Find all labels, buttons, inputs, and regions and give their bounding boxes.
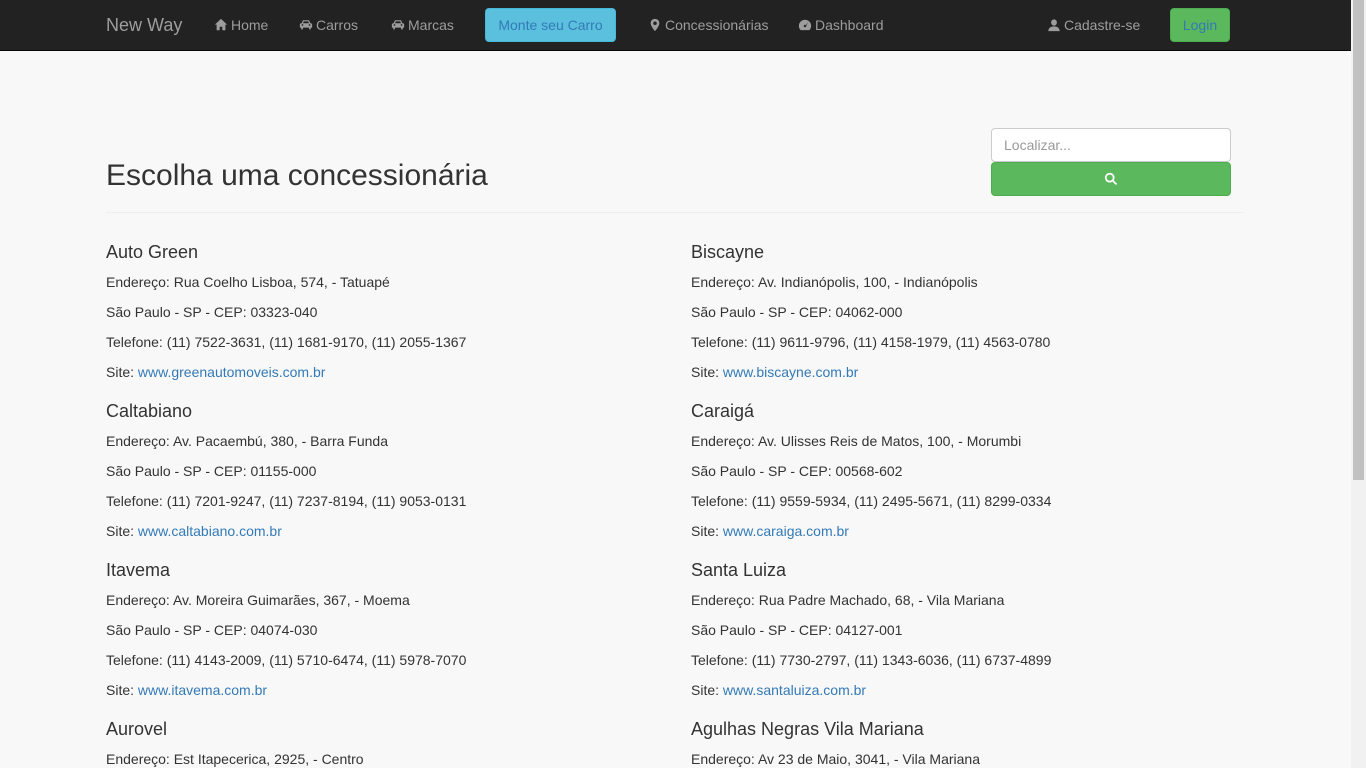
car-icon xyxy=(390,18,405,32)
nav-dashboard[interactable]: Dashboard xyxy=(797,0,884,50)
dealer-name: Caraigá xyxy=(691,401,755,421)
site-label: Site: xyxy=(691,682,720,698)
dealer-site-line: Site: www.caraiga.com.br xyxy=(691,521,1261,541)
dealer-site-link[interactable]: www.itavema.com.br xyxy=(138,682,267,698)
search-input[interactable] xyxy=(991,128,1231,162)
dealer-address: Endereço: Rua Coelho Lisboa, 574, - Tatu… xyxy=(106,274,390,290)
site-label: Site: xyxy=(106,364,135,380)
dealer-city: São Paulo - SP - CEP: 03323-040 xyxy=(106,304,318,320)
dealer-card: Itavema Endereço: Av. Moreira Guimarães,… xyxy=(106,560,676,710)
dealer-site-line: Site: www.caltabiano.com.br xyxy=(106,521,676,541)
home-icon xyxy=(213,18,228,32)
brand-link[interactable]: New Way xyxy=(106,0,182,50)
dealer-site-line: Site: www.santaluiza.com.br xyxy=(691,680,1261,700)
dealer-name: Santa Luiza xyxy=(691,560,787,580)
dealer-site-link[interactable]: www.santaluiza.com.br xyxy=(723,682,866,698)
dealer-card: Aurovel Endereço: Est Itapecerica, 2925,… xyxy=(106,719,676,768)
dealer-card: Caltabiano Endereço: Av. Pacaembú, 380, … xyxy=(106,401,676,551)
search-button[interactable] xyxy=(991,162,1231,196)
dealer-city: São Paulo - SP - CEP: 01155-000 xyxy=(106,463,317,479)
monte-seu-carro-button[interactable]: Monte seu Carro xyxy=(485,8,616,42)
map-marker-icon xyxy=(647,18,662,32)
site-label: Site: xyxy=(106,523,135,539)
site-label: Site: xyxy=(691,523,720,539)
nav-dashboard-label: Dashboard xyxy=(815,17,884,33)
dealer-address: Endereço: Av 23 de Maio, 3041, - Vila Ma… xyxy=(691,751,980,767)
dealer-site-link[interactable]: www.biscayne.com.br xyxy=(723,364,858,380)
dealer-card: Caraigá Endereço: Av. Ulisses Reis de Ma… xyxy=(691,401,1261,551)
nav-home[interactable]: Home xyxy=(213,0,268,50)
nav-marcas[interactable]: Marcas xyxy=(390,0,454,50)
dealer-phones: Telefone: (11) 9559-5934, (11) 2495-5671… xyxy=(691,493,1052,509)
dealer-site-link[interactable]: www.caltabiano.com.br xyxy=(138,523,282,539)
dealer-name: Itavema xyxy=(106,560,171,580)
dealer-card: Agulhas Negras Vila Mariana Endereço: Av… xyxy=(691,719,1261,768)
dealer-site-link[interactable]: www.caraiga.com.br xyxy=(723,523,849,539)
nav-concessionarias-label: Concessionárias xyxy=(665,17,769,33)
car-icon xyxy=(298,18,313,32)
nav-marcas-label: Marcas xyxy=(408,17,454,33)
dealer-name: Caltabiano xyxy=(106,401,193,421)
dealer-address: Endereço: Av. Moreira Guimarães, 367, - … xyxy=(106,592,410,608)
dealer-phones: Telefone: (11) 7730-2797, (11) 1343-6036… xyxy=(691,652,1052,668)
dealer-city: São Paulo - SP - CEP: 04062-000 xyxy=(691,304,903,320)
dealer-phones: Telefone: (11) 7201-9247, (11) 7237-8194… xyxy=(106,493,467,509)
nav-cadastre-se[interactable]: Cadastre-se xyxy=(1046,0,1140,50)
nav-carros[interactable]: Carros xyxy=(298,0,358,50)
dealer-address: Endereço: Av. Pacaembú, 380, - Barra Fun… xyxy=(106,433,388,449)
nav-home-label: Home xyxy=(231,17,269,33)
page-title: Escolha uma concessionária xyxy=(106,159,488,192)
nav-concessionarias[interactable]: Concessionárias xyxy=(647,0,769,50)
site-label: Site: xyxy=(691,364,720,380)
dealer-site-line: Site: www.itavema.com.br xyxy=(106,680,676,700)
dealer-name: Biscayne xyxy=(691,242,765,262)
nav-cadastre-se-label: Cadastre-se xyxy=(1064,17,1141,33)
dashboard-icon xyxy=(797,18,812,32)
dealer-city: São Paulo - SP - CEP: 04074-030 xyxy=(106,622,318,638)
dealer-address: Endereço: Est Itapecerica, 2925, - Centr… xyxy=(106,751,364,767)
dealer-site-line: Site: www.biscayne.com.br xyxy=(691,362,1261,382)
dealer-name: Aurovel xyxy=(106,719,168,739)
dealer-phones: Telefone: (11) 4143-2009, (11) 5710-6474… xyxy=(106,652,467,668)
dealer-card: Biscayne Endereço: Av. Indianópolis, 100… xyxy=(691,242,1261,392)
site-label: Site: xyxy=(106,682,135,698)
dealer-city: São Paulo - SP - CEP: 00568-602 xyxy=(691,463,903,479)
search-icon xyxy=(1104,172,1118,186)
dealer-site-line: Site: www.greenautomoveis.com.br xyxy=(106,362,676,382)
dealer-address: Endereço: Av. Ulisses Reis de Matos, 100… xyxy=(691,433,1022,449)
user-icon xyxy=(1046,18,1061,32)
top-navbar: New Way Home Carros Marcas Monte seu Car… xyxy=(0,0,1351,51)
dealer-address: Endereço: Rua Padre Machado, 68, - Vila … xyxy=(691,592,1005,608)
dealer-card: Auto Green Endereço: Rua Coelho Lisboa, … xyxy=(106,242,676,392)
login-button[interactable]: Login xyxy=(1170,8,1230,42)
page-scrollbar[interactable] xyxy=(1351,0,1366,768)
dealer-phones: Telefone: (11) 9611-9796, (11) 4158-1979… xyxy=(691,334,1051,350)
dealer-phones: Telefone: (11) 7522-3631, (11) 1681-9170… xyxy=(106,334,467,350)
dealer-card: Santa Luiza Endereço: Rua Padre Machado,… xyxy=(691,560,1261,710)
nav-carros-label: Carros xyxy=(316,17,359,33)
dealer-name: Auto Green xyxy=(106,242,199,262)
dealer-address: Endereço: Av. Indianópolis, 100, - India… xyxy=(691,274,978,290)
dealer-site-link[interactable]: www.greenautomoveis.com.br xyxy=(138,364,326,380)
dealer-name: Agulhas Negras Vila Mariana xyxy=(691,719,924,739)
title-divider xyxy=(106,212,1244,213)
scrollbar-thumb[interactable] xyxy=(1353,0,1364,480)
dealer-city: São Paulo - SP - CEP: 04127-001 xyxy=(691,622,903,638)
